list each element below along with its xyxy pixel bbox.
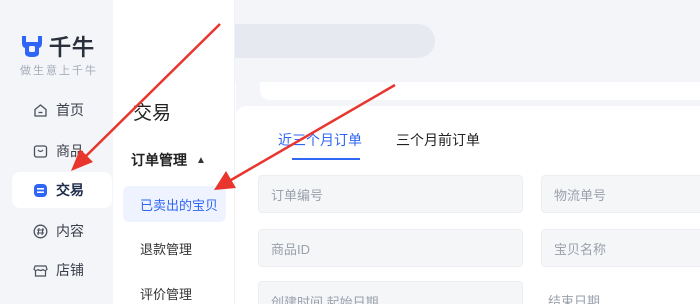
cow-logo-icon <box>22 36 42 57</box>
store-icon <box>32 262 48 278</box>
sidebar-item-trade[interactable]: 交易 <box>12 172 112 208</box>
subnav-item-reviews[interactable]: 评价管理 <box>123 275 226 304</box>
product-id-field[interactable]: 商品ID <box>258 229 523 267</box>
brand-name: 千牛 <box>49 35 96 60</box>
sidebar-item-product[interactable]: 商品 <box>12 133 112 169</box>
sidebar-item-label: 首页 <box>56 102 84 118</box>
active-tab-underline <box>292 158 360 160</box>
orders-card: 近三个月订单 三个月前订单 订单编号 物流单号 商品ID 宝贝名称 创建时间 起… <box>236 106 700 304</box>
brand-slogan: 做生意上千牛 <box>20 65 98 77</box>
sidebar-item-label: 交易 <box>56 182 84 198</box>
created-start-date-field[interactable]: 创建时间 起始日期 <box>258 281 523 304</box>
end-date-field[interactable]: 结束日期 <box>526 281 700 304</box>
sidebar-item-home[interactable]: 首页 <box>12 92 112 128</box>
hashtag-icon <box>32 223 48 239</box>
subnav-item-refunds[interactable]: 退款管理 <box>123 230 226 266</box>
main-sidebar: 千牛 做生意上千牛 首页 商品 交易 内容 店铺 <box>0 0 113 304</box>
trade-icon <box>32 182 48 198</box>
sidebar-item-label: 内容 <box>56 223 84 239</box>
order-number-field[interactable]: 订单编号 <box>258 175 523 213</box>
product-icon <box>32 143 48 159</box>
sidebar-item-store[interactable]: 店铺 <box>12 252 112 288</box>
secondary-sidebar: 交易 订单管理 ▲ 已卖出的宝贝 退款管理 评价管理 <box>113 0 235 304</box>
sidebar-item-content[interactable]: 内容 <box>12 213 112 249</box>
main-content: 近三个月订单 三个月前订单 订单编号 物流单号 商品ID 宝贝名称 创建时间 起… <box>236 82 700 304</box>
top-card <box>260 82 700 100</box>
tab-recent-three-months[interactable]: 近三个月订单 <box>278 130 362 150</box>
tab-older-than-three-months[interactable]: 三个月前订单 <box>396 130 480 150</box>
app-logo[interactable]: 千牛 <box>19 30 95 62</box>
order-management-group[interactable]: 订单管理 ▲ <box>131 150 206 170</box>
group-title-label: 订单管理 <box>131 152 187 168</box>
home-icon <box>32 102 48 118</box>
subnav-item-sold-items[interactable]: 已卖出的宝贝 <box>123 186 226 222</box>
chevron-up-icon: ▲ <box>196 154 206 166</box>
subnav-title: 交易 <box>133 103 172 124</box>
logistics-number-field[interactable]: 物流单号 <box>541 175 700 213</box>
item-name-field[interactable]: 宝贝名称 <box>541 229 700 267</box>
sidebar-item-label: 店铺 <box>56 262 84 278</box>
sidebar-item-label: 商品 <box>56 143 84 159</box>
search-input[interactable] <box>237 33 427 49</box>
